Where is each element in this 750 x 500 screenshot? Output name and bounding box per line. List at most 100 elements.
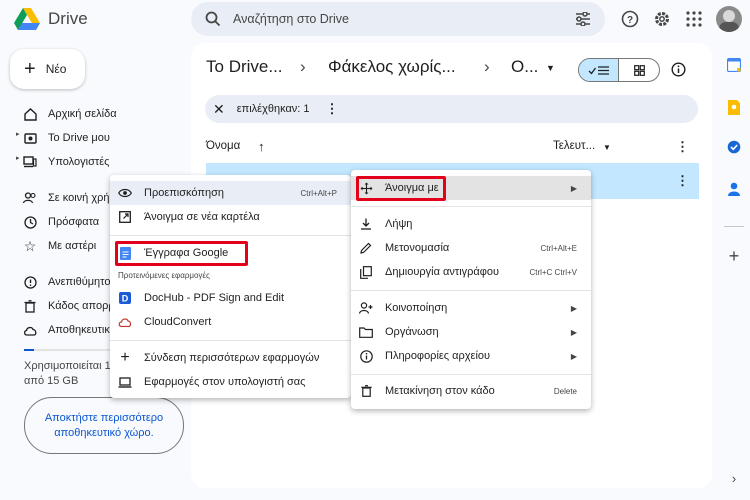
column-dropdown-icon[interactable]: ▼: [603, 143, 611, 152]
keep-icon[interactable]: [724, 97, 744, 117]
menu-item-rename[interactable]: Μετονομασία Ctrl+Alt+E: [351, 236, 591, 260]
contacts-icon[interactable]: [724, 179, 744, 199]
svg-text:D: D: [122, 294, 129, 304]
chevron-right-icon: ▶: [570, 351, 577, 361]
spam-icon: [22, 274, 38, 290]
menu-item-organize[interactable]: Οργάνωση ▶: [351, 320, 591, 344]
highlight-box: [115, 241, 248, 266]
search-options-icon[interactable]: [575, 12, 591, 26]
column-modified[interactable]: Τελευτ...: [553, 140, 595, 152]
menu-item-connect-more[interactable]: + Σύνδεση περισσότερων εφαρμογών: [110, 346, 351, 370]
menu-item-cloudconvert[interactable]: CloudConvert: [110, 310, 351, 334]
search-bar[interactable]: Αναζήτηση στο Drive: [191, 2, 605, 36]
sidebar-item-label: Ανεπιθύμητο: [48, 276, 111, 288]
close-icon[interactable]: ✕: [213, 101, 225, 118]
breadcrumb-separator-icon: ›: [484, 57, 490, 76]
search-input[interactable]: Αναζήτηση στο Drive: [233, 12, 575, 26]
menu-separator: [351, 290, 591, 291]
sidebar-item-label: Με αστέρι: [48, 240, 97, 252]
dropdown-arrow-icon[interactable]: ▼: [546, 63, 555, 73]
cloud-icon: [22, 322, 38, 338]
more-vert-icon[interactable]: ⋮: [326, 101, 339, 117]
plus-icon[interactable]: +: [724, 246, 744, 266]
storage-usage: Χρησιμοποιείται 1 από 15 GB: [24, 360, 111, 387]
rail-divider: [724, 226, 744, 227]
sidebar-item-computers[interactable]: Υπολογιστές: [14, 151, 194, 173]
cloudconvert-icon: [118, 315, 132, 329]
sidebar-item-label: Υπολογιστές: [48, 156, 110, 168]
help-icon[interactable]: ?: [618, 7, 642, 31]
breadcrumb-item[interactable]: Φάκελος χωρίς...: [328, 57, 456, 77]
sidebar-item-label: Αρχική σελίδα: [48, 108, 117, 120]
breadcrumb-separator-icon: ›: [300, 57, 306, 76]
chevron-right-icon: ▶: [570, 303, 577, 313]
person-add-icon: [359, 301, 373, 315]
list-view-icon[interactable]: [579, 59, 620, 81]
grid-view-icon[interactable]: [619, 59, 659, 81]
plus-icon: +: [120, 349, 130, 366]
dochub-icon: D: [118, 291, 132, 305]
folder-icon: [359, 325, 373, 339]
expand-arrow-icon[interactable]: ▸: [16, 130, 20, 138]
search-icon[interactable]: [205, 11, 221, 27]
selection-count: επιλέχθηκαν: 1: [236, 103, 310, 115]
gear-icon[interactable]: [650, 7, 674, 31]
get-storage-button[interactable]: Αποκτήστε περισσότερο αποθηκευτικό χώρο.: [24, 397, 184, 454]
info-icon: [359, 349, 373, 363]
sort-arrow-up-icon[interactable]: ↑: [258, 139, 265, 154]
selection-bar: ✕ επιλέχθηκαν: 1 ⋮: [205, 95, 698, 123]
menu-item-new-tab[interactable]: Άνοιγμα σε νέα καρτέλα: [110, 205, 351, 229]
open-in-new-icon: [118, 210, 132, 224]
laptop-icon: [118, 375, 132, 389]
highlight-box: [356, 176, 446, 201]
open-with-submenu: Προεπισκόπηση Ctrl+Alt+P Άνοιγμα σε νέα …: [110, 175, 351, 398]
new-button[interactable]: + Νέο: [10, 49, 85, 89]
suggested-apps-header: Προτεινόμενες εφαρμογές: [118, 271, 210, 280]
breadcrumb-item[interactable]: Το Drive...: [206, 57, 283, 77]
avatar[interactable]: [716, 6, 742, 32]
star-icon: ☆: [23, 237, 37, 254]
chevron-right-icon: ▶: [570, 183, 577, 193]
sidebar-item-my-drive[interactable]: Το Drive μου: [14, 127, 194, 149]
menu-item-dochub[interactable]: D DocHub - PDF Sign and Edit: [110, 286, 351, 310]
chevron-right-icon[interactable]: ›: [724, 468, 744, 488]
drive-logo[interactable]: Drive: [14, 6, 104, 32]
trash-icon: [359, 384, 373, 398]
menu-item-download[interactable]: Λήψη: [351, 212, 591, 236]
column-name[interactable]: Όνομα: [206, 140, 240, 152]
more-vert-icon[interactable]: ⋮: [676, 139, 689, 155]
apps-grid-icon[interactable]: [682, 7, 706, 31]
copy-icon: [359, 265, 373, 279]
svg-text:?: ?: [627, 15, 633, 26]
drive-logo-icon: [14, 8, 40, 30]
plus-icon: +: [24, 58, 36, 80]
view-toggle[interactable]: [578, 58, 660, 82]
menu-item-file-info[interactable]: Πληροφορίες αρχείου ▶: [351, 344, 591, 368]
people-icon: [22, 190, 38, 206]
pencil-icon: [359, 241, 373, 255]
home-icon: [22, 106, 38, 122]
menu-separator: [110, 235, 351, 236]
clock-icon: [22, 214, 38, 230]
sidebar-item-label: Το Drive μου: [48, 132, 110, 144]
app-name: Drive: [48, 9, 88, 28]
menu-item-trash[interactable]: Μετακίνηση στον κάδο Delete: [351, 379, 591, 403]
computer-icon: [22, 154, 38, 170]
menu-item-share[interactable]: Κοινοποίηση ▶: [351, 296, 591, 320]
tasks-icon[interactable]: [724, 137, 744, 157]
new-label: Νέο: [45, 62, 67, 76]
menu-item-computer-apps[interactable]: Εφαρμογές στον υπολογιστή σας: [110, 370, 351, 394]
menu-item-preview[interactable]: Προεπισκόπηση Ctrl+Alt+P: [110, 181, 351, 205]
expand-arrow-icon[interactable]: ▸: [16, 154, 20, 162]
context-menu: Άνοιγμα με ▶ Λήψη Μετονομασία Ctrl+Alt+E…: [351, 170, 591, 409]
trash-icon: [22, 298, 38, 314]
calendar-icon[interactable]: [724, 55, 744, 75]
breadcrumb-item[interactable]: Ο...: [511, 57, 538, 77]
menu-item-copy[interactable]: Δημιουργία αντιγράφου Ctrl+C Ctrl+V: [351, 260, 591, 284]
my-drive-icon: [22, 130, 38, 146]
sidebar-item-home[interactable]: Αρχική σελίδα: [14, 103, 194, 125]
download-icon: [359, 217, 373, 231]
chevron-right-icon: ▶: [570, 327, 577, 337]
more-vert-icon[interactable]: ⋮: [676, 173, 689, 189]
info-icon[interactable]: [671, 62, 686, 80]
